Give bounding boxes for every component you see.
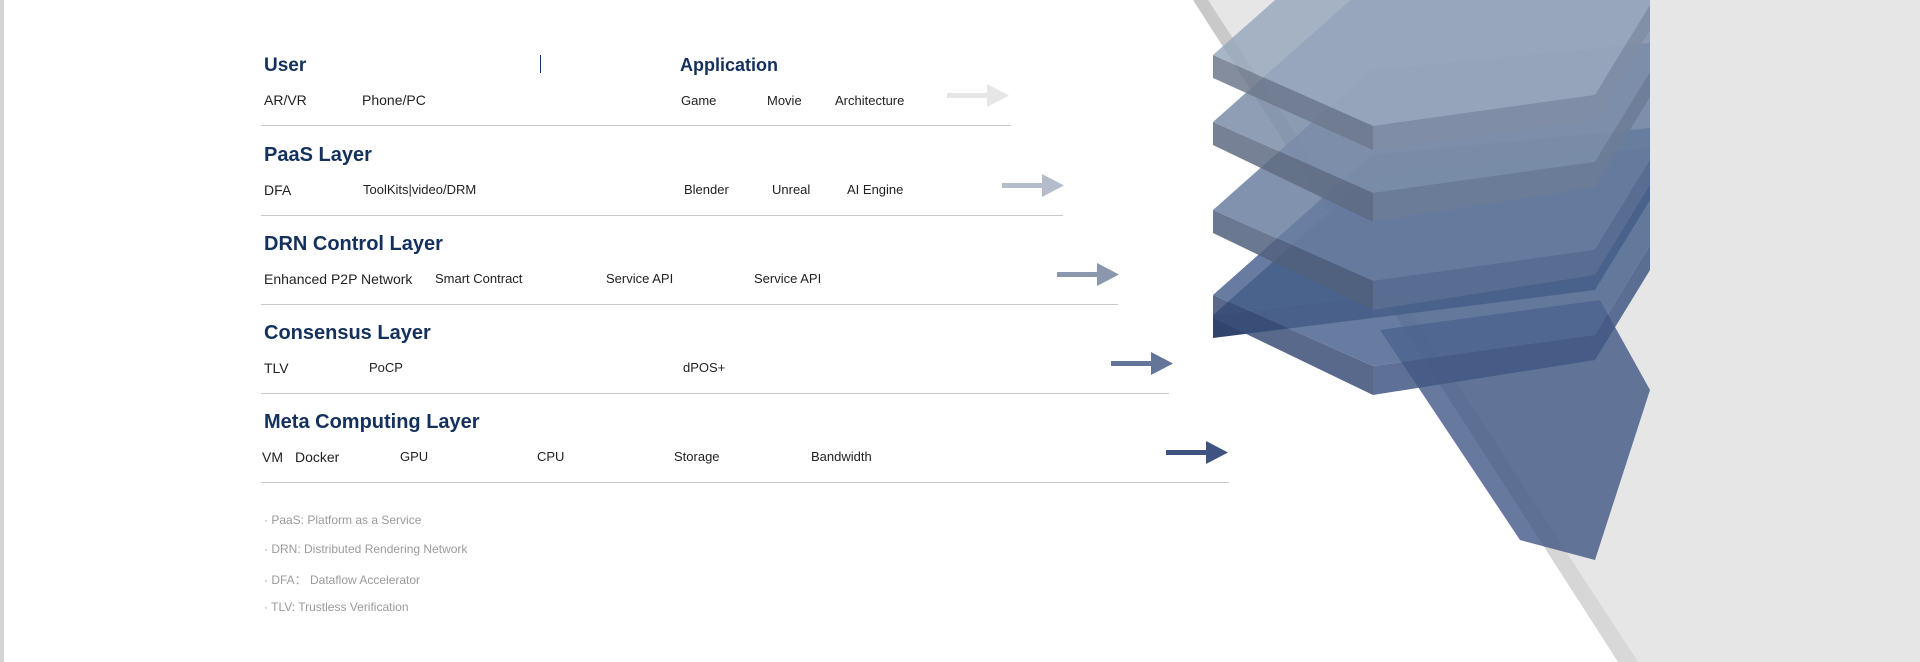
divider xyxy=(261,393,1169,394)
layer-item: Enhanced P2P Network xyxy=(264,271,413,287)
layer-title: Consensus Layer xyxy=(264,322,431,344)
app-item-movie: Movie xyxy=(767,93,802,108)
layer-item: CPU xyxy=(537,449,565,464)
layer-item: Bandwidth xyxy=(811,449,872,464)
layer-item: Unreal xyxy=(772,182,811,197)
app-item-architecture: Architecture xyxy=(835,93,905,108)
user-item-arvr: AR/VR xyxy=(264,92,307,108)
layer-title: Meta Computing Layer xyxy=(264,411,480,433)
layer-item: ToolKits|video/DRM xyxy=(363,182,477,197)
divider xyxy=(261,482,1229,483)
layer-item: PoCP xyxy=(369,360,403,375)
arrow-icon xyxy=(1111,352,1173,375)
arrow-icon xyxy=(947,84,1009,107)
layer-item: Storage xyxy=(674,449,720,464)
app-item-game: Game xyxy=(681,93,717,108)
divider xyxy=(261,125,1011,126)
text-cursor xyxy=(540,55,541,73)
layer-item: Blender xyxy=(684,182,729,197)
user-title: User xyxy=(264,55,307,76)
divider xyxy=(261,215,1063,216)
layer-item: Service API xyxy=(754,271,822,286)
layer-item: Service API xyxy=(606,271,674,286)
layer-item: AI Engine xyxy=(847,182,904,197)
footnote: · PaaS: Platform as a Service xyxy=(264,513,422,527)
layer-item: Docker xyxy=(295,449,340,465)
divider xyxy=(261,304,1118,305)
layer-item: GPU xyxy=(400,449,429,464)
arrow-icon xyxy=(1166,441,1228,464)
layer-item: DFA xyxy=(264,182,292,198)
layer-title: DRN Control Layer xyxy=(264,233,443,255)
arrow-icon xyxy=(1002,174,1064,197)
layer-item: TLV xyxy=(264,360,289,376)
layer-item: Smart Contract xyxy=(435,271,523,286)
layer-item: VM xyxy=(262,449,283,465)
arrow-icon xyxy=(1057,263,1119,286)
footnote: · DFA： Dataflow Accelerator xyxy=(264,573,421,587)
layer-title: PaaS Layer xyxy=(264,144,372,166)
application-title: Application xyxy=(680,55,778,75)
layer-item: dPOS+ xyxy=(683,360,726,375)
user-item-phonepc: Phone/PC xyxy=(362,92,426,108)
footnote: · TLV: Trustless Verification xyxy=(264,600,409,614)
footnote: · DRN: Distributed Rendering Network xyxy=(264,542,468,556)
page: User AR/VR Phone/PC Game Movie Architect… xyxy=(0,0,1920,662)
